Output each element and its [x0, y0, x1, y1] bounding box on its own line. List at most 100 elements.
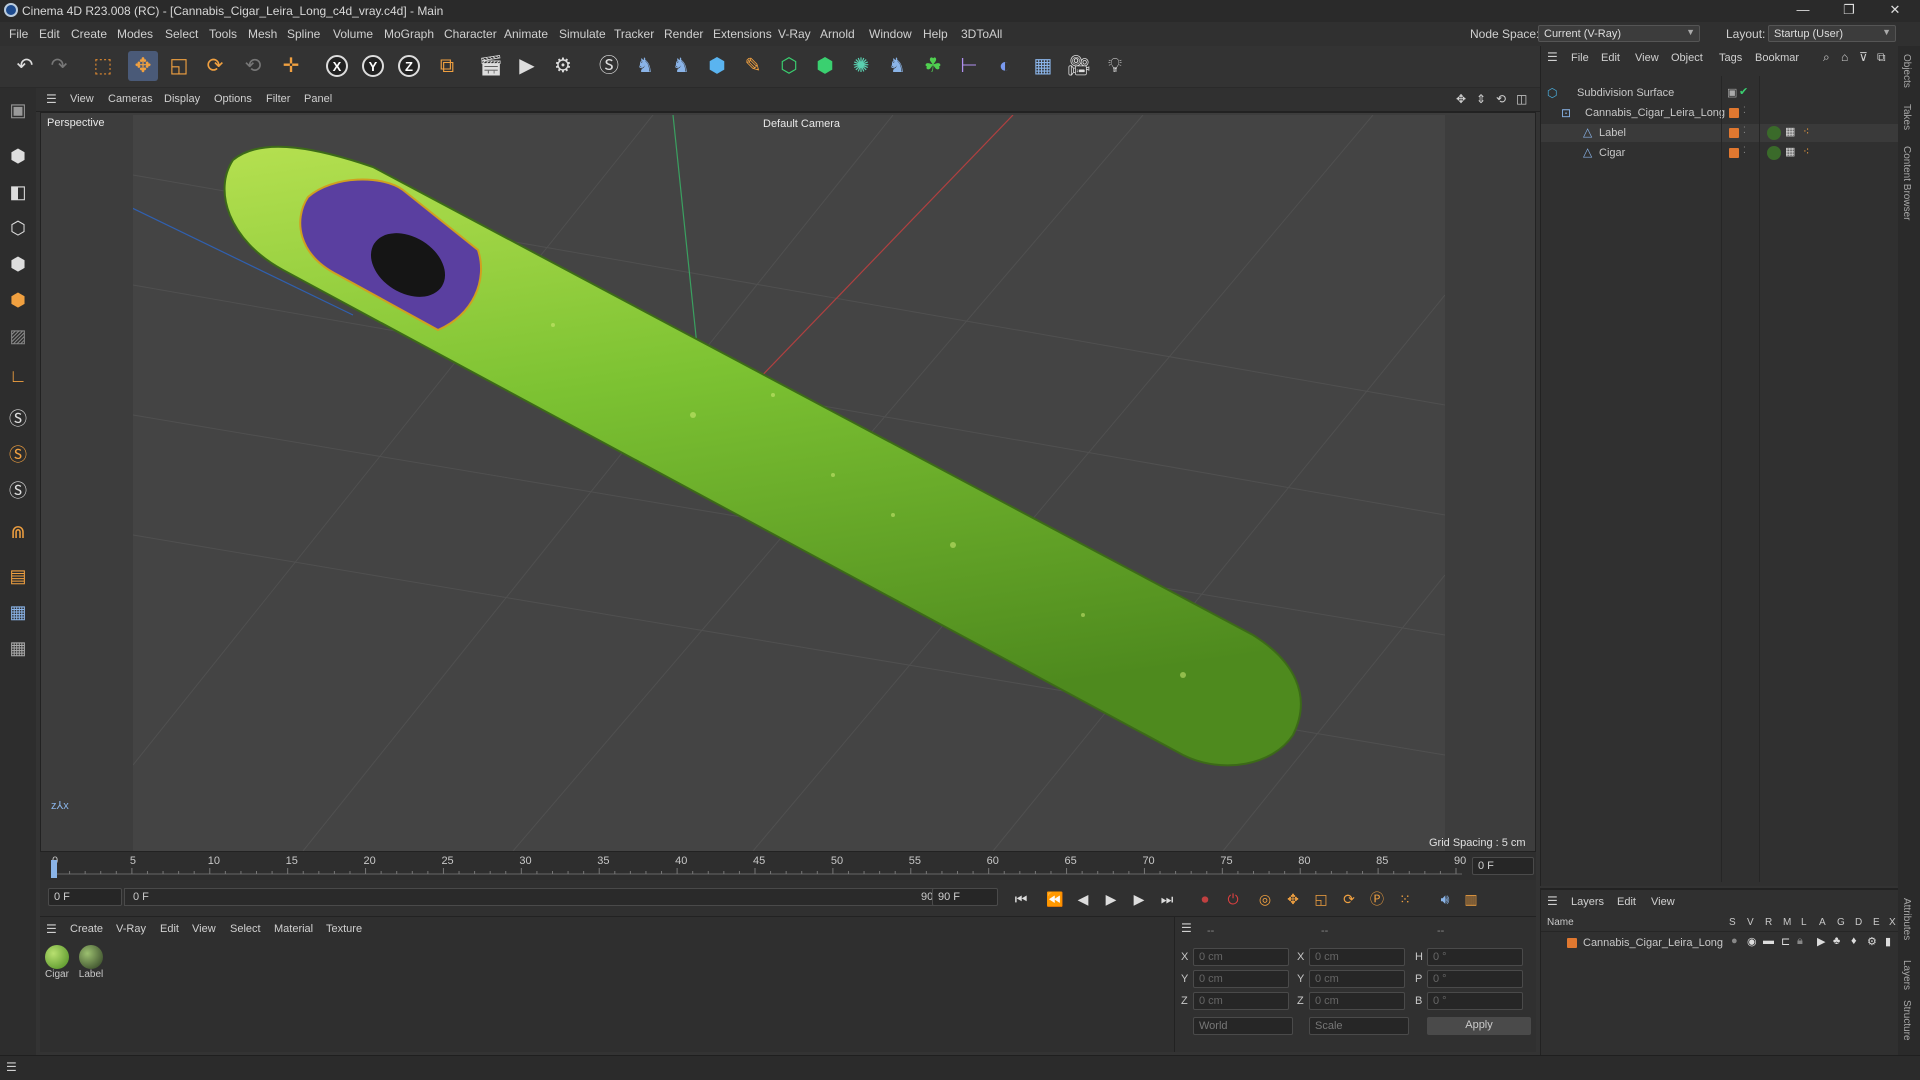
tab-structure[interactable]: Structure: [1901, 1000, 1912, 1041]
edit-check-icon[interactable]: ▣: [1727, 86, 1737, 99]
phong-tag-icon[interactable]: ⁖: [1803, 125, 1809, 138]
floor-grid-button[interactable]: ▤: [4, 562, 32, 590]
timeline-ruler[interactable]: 051015202530354045505560657075808590 0 F: [40, 852, 1536, 880]
menu-create[interactable]: Create: [71, 27, 107, 41]
layer-col-generators[interactable]: G: [1837, 917, 1845, 928]
layer-col-view[interactable]: V: [1747, 917, 1754, 928]
keyframe-selection-button[interactable]: ◎: [1254, 888, 1276, 910]
light-button[interactable]: 💡︎: [1100, 51, 1130, 81]
menu-arnold[interactable]: Arnold: [820, 27, 855, 41]
vp-menu-filter[interactable]: Filter: [266, 93, 290, 105]
pan-view-icon[interactable]: ✥: [1456, 92, 1466, 106]
menu-tracker[interactable]: Tracker: [614, 27, 654, 41]
obj-menu-object[interactable]: Object: [1671, 52, 1703, 64]
key-pla-button[interactable]: ⁙: [1394, 888, 1416, 910]
object-row-cigar[interactable]: △ Cigar ⁚ ▦ ⁖: [1541, 144, 1899, 162]
current-frame-field[interactable]: 0 F: [1472, 857, 1534, 875]
rotation-p-field[interactable]: 0 °: [1427, 970, 1523, 988]
points-mode-button[interactable]: ⬡: [4, 214, 32, 242]
vp-menu-cameras[interactable]: Cameras: [108, 93, 153, 105]
layer-col-deformers[interactable]: D: [1855, 917, 1862, 928]
edges-mode-button[interactable]: ⬢: [4, 250, 32, 278]
toggle-layout-icon[interactable]: ◫: [1516, 92, 1527, 106]
animation-play-icon[interactable]: ▶: [1817, 935, 1825, 948]
field-button[interactable]: ◐: [990, 51, 1020, 81]
layer-color-swatch[interactable]: [1567, 938, 1577, 948]
vray-button[interactable]: Ⓢ: [594, 51, 624, 81]
end-frame-field[interactable]: 90 F: [932, 888, 998, 906]
hamburger-icon[interactable]: ☰: [1181, 921, 1192, 935]
vp-menu-display[interactable]: Display: [164, 93, 200, 105]
layer-col-locked[interactable]: L: [1801, 917, 1807, 928]
close-button[interactable]: ✕: [1880, 2, 1910, 20]
key-parameter-button[interactable]: Ⓟ: [1366, 888, 1388, 910]
snap-settings-button[interactable]: Ⓢ: [4, 440, 32, 468]
layout-dropdown[interactable]: Startup (User) ▼: [1768, 25, 1896, 42]
menu-spline[interactable]: Spline: [287, 27, 320, 41]
python-script-button-2[interactable]: ♞: [666, 51, 696, 81]
tab-layers[interactable]: Layers: [1901, 960, 1912, 990]
polygons-mode-button[interactable]: ⬢: [4, 286, 32, 314]
eye-icon[interactable]: ◉: [1747, 935, 1757, 948]
x-axis-lock-button[interactable]: X: [322, 51, 352, 81]
obj-menu-file[interactable]: File: [1571, 52, 1589, 64]
sound-button[interactable]: 🔊︎: [1434, 888, 1456, 910]
material-cigar[interactable]: Cigar: [42, 943, 72, 987]
pen-button[interactable]: ✎: [738, 51, 768, 81]
move-tool-button[interactable]: ✥: [128, 51, 158, 81]
cigar-model[interactable]: [223, 145, 1302, 767]
scale-tool-button[interactable]: ◱: [164, 51, 194, 81]
hamburger-icon[interactable]: ☰: [46, 922, 57, 936]
texture-mode-button[interactable]: ◧: [4, 178, 32, 206]
layer-name[interactable]: Cannabis_Cigar_Leira_Long: [1583, 937, 1723, 949]
layer-col-render[interactable]: R: [1765, 917, 1772, 928]
undo-button[interactable]: ↶: [10, 51, 40, 81]
position-y-field[interactable]: 0 cm: [1193, 970, 1289, 988]
floor-button[interactable]: ▦: [1028, 51, 1058, 81]
node-space-dropdown[interactable]: Current (V-Ray) ▼: [1538, 25, 1700, 42]
menu-tools[interactable]: Tools: [209, 27, 237, 41]
y-axis-lock-button[interactable]: Y: [358, 51, 388, 81]
tab-objects[interactable]: Objects: [1901, 54, 1912, 88]
play-button[interactable]: ▶: [1100, 888, 1122, 910]
layer-col-animation[interactable]: A: [1819, 917, 1826, 928]
menu-edit[interactable]: Edit: [39, 27, 60, 41]
position-x-field[interactable]: 0 cm: [1193, 948, 1289, 966]
solo-toggle-icon[interactable]: ●: [1731, 935, 1738, 947]
layer-menu-view[interactable]: View: [1651, 896, 1675, 908]
object-row-label[interactable]: △ Label ⁚ ▦ ⁖: [1541, 124, 1899, 142]
go-to-start-button[interactable]: ⏮: [1010, 888, 1032, 910]
object-row-subdivision-surface[interactable]: ⬡ Subdivision Surface ▣ ✔: [1541, 84, 1899, 102]
menu-render[interactable]: Render: [664, 27, 703, 41]
lock-grid-button[interactable]: ▦: [4, 634, 32, 662]
layer-col-manager[interactable]: M: [1783, 917, 1791, 928]
mat-menu-edit[interactable]: Edit: [160, 923, 179, 935]
coordinate-system-button[interactable]: ⧉: [432, 51, 462, 81]
obj-menu-edit[interactable]: Edit: [1601, 52, 1620, 64]
vp-menu-view[interactable]: View: [70, 93, 94, 105]
layer-col-solo[interactable]: S: [1729, 917, 1736, 928]
menu-help[interactable]: Help: [923, 27, 948, 41]
obj-menu-view[interactable]: View: [1635, 52, 1659, 64]
timeline-playhead[interactable]: [51, 860, 57, 878]
visibility-dots-icon[interactable]: ⁚: [1743, 105, 1746, 116]
key-rotation-button[interactable]: ⟳: [1338, 888, 1360, 910]
timeline-layout-button[interactable]: ▥: [1460, 888, 1482, 910]
menu-select[interactable]: Select: [165, 27, 198, 41]
magnet-button[interactable]: ⋒: [4, 518, 32, 546]
make-editable-button[interactable]: ▣: [4, 96, 32, 124]
menu-3dtoall[interactable]: 3DToAll: [961, 27, 1002, 41]
obj-menu-bookmarks[interactable]: Bookmar: [1755, 52, 1799, 64]
tab-takes[interactable]: Takes: [1901, 104, 1912, 130]
layer-row[interactable]: Cannabis_Cigar_Leira_Long ● ◉ ▬ ⊏ 🔒︎ ▶ ♣…: [1541, 934, 1899, 952]
vp-menu-options[interactable]: Options: [214, 93, 252, 105]
render-icon[interactable]: ▬: [1763, 935, 1774, 947]
record-button[interactable]: ⏺: [1194, 888, 1216, 910]
layer-color-tag[interactable]: [1729, 128, 1739, 138]
mat-menu-material[interactable]: Material: [274, 923, 313, 935]
hierarchy-icon[interactable]: ⊏: [1781, 935, 1790, 948]
mograph-cloner-button[interactable]: ✺: [846, 51, 876, 81]
spline-button[interactable]: ⊢: [954, 51, 984, 81]
snap-button[interactable]: Ⓢ: [4, 404, 32, 432]
perspective-viewport[interactable]: Perspective Default Camera Grid Spacing …: [40, 112, 1536, 852]
